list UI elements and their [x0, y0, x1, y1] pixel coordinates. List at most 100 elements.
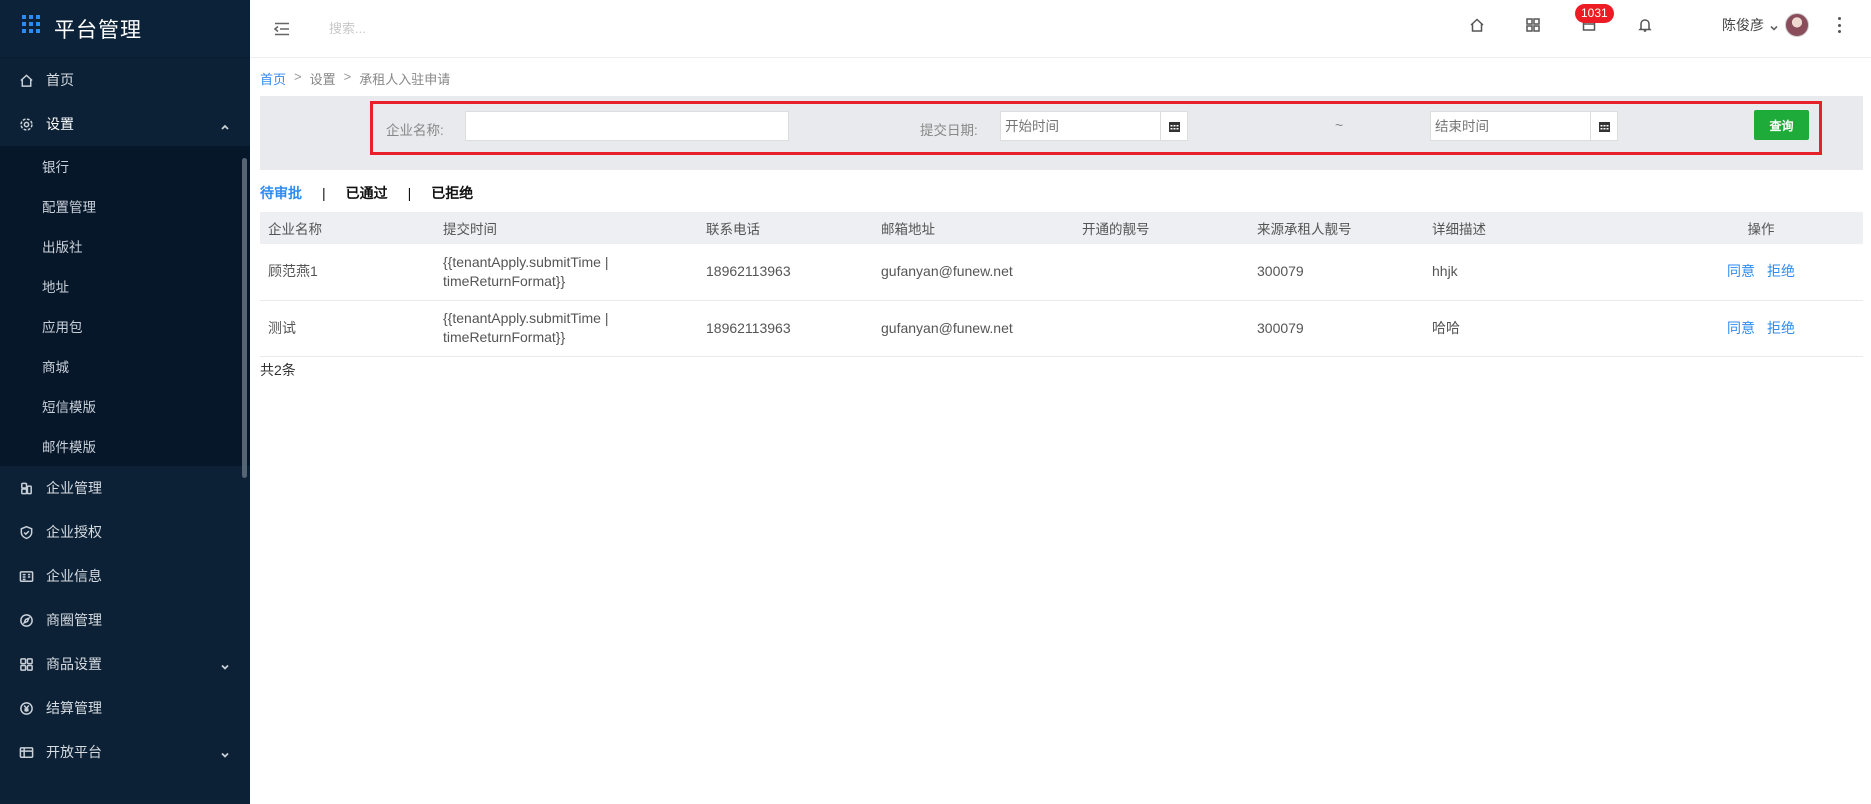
- cell-description: hhjk: [1424, 244, 1659, 301]
- cell-email: gufanyan@funew.net: [873, 300, 1074, 357]
- breadcrumb-separator: >: [343, 69, 352, 84]
- id-card-icon: [18, 568, 34, 584]
- sidebar-subitem-sms-template[interactable]: 短信模版: [0, 386, 250, 426]
- tab-rejected[interactable]: 已拒绝: [431, 183, 473, 203]
- user-name: 陈俊彦: [1722, 17, 1764, 33]
- sidebar-item-settings[interactable]: 设置: [0, 102, 250, 146]
- sidebar-item-enterprise-auth[interactable]: 企业授权: [0, 510, 250, 554]
- cell-phone: 18962113963: [698, 244, 873, 301]
- sidebar-item-business-district[interactable]: 商圈管理: [0, 598, 250, 642]
- sidebar-item-label: 企业授权: [46, 524, 102, 540]
- sidebar-item-label: 设置: [46, 116, 74, 132]
- bell-icon[interactable]: [1637, 17, 1655, 35]
- user-menu[interactable]: 陈俊彦: [1722, 0, 1809, 50]
- sidebar-nav: 首页 设置 银行 配置管理 出版社 地址 应用包 商城 短信模版 邮件模版 企业…: [0, 58, 250, 774]
- column-header: 企业名称: [260, 212, 435, 244]
- filter-panel: 企业名称: 提交日期: ~ 查询: [260, 96, 1863, 170]
- sidebar-item-label: 企业管理: [46, 480, 102, 496]
- app-logo[interactable]: 平台管理: [0, 0, 250, 58]
- agree-link[interactable]: 同意: [1727, 263, 1755, 279]
- sidebar-scrollbar[interactable]: [242, 158, 247, 478]
- chevron-down-icon: [220, 659, 230, 670]
- cell-company: 顾范燕1: [260, 244, 435, 301]
- column-header: 邮箱地址: [873, 212, 1074, 244]
- cell-submit-time: {{tenantApply.submitTime | timeReturnFor…: [435, 300, 698, 357]
- reject-link[interactable]: 拒绝: [1767, 263, 1795, 279]
- tab-approved[interactable]: 已通过: [346, 183, 388, 203]
- app-title: 平台管理: [54, 18, 142, 42]
- sidebar-item-enterprise-info[interactable]: 企业信息: [0, 554, 250, 598]
- sidebar-subitem-address[interactable]: 地址: [0, 266, 250, 306]
- breadcrumb-home-link[interactable]: 首页: [260, 69, 286, 88]
- total-count: 共2条: [260, 362, 296, 378]
- calendar-icon[interactable]: [1160, 111, 1188, 141]
- column-header: 联系电话: [698, 212, 873, 244]
- home-icon[interactable]: [1469, 17, 1487, 35]
- sidebar-item-enterprise[interactable]: 企业管理: [0, 466, 250, 510]
- table-row: 顾范燕1 {{tenantApply.submitTime | timeRetu…: [260, 244, 1863, 301]
- cell-description: 哈哈: [1424, 300, 1659, 357]
- sidebar-item-label: 开放平台: [46, 744, 102, 760]
- chevron-down-icon: [220, 747, 230, 758]
- cell-number: [1074, 300, 1249, 357]
- apps-icon: [18, 656, 34, 672]
- submit-date-label: 提交日期:: [920, 123, 978, 138]
- sidebar-item-home[interactable]: 首页: [0, 58, 250, 102]
- column-header: 来源承租人靓号: [1249, 212, 1424, 244]
- sidebar-item-label: 结算管理: [46, 700, 102, 716]
- sidebar-item-settlement[interactable]: 结算管理: [0, 686, 250, 730]
- table-header-row: 企业名称 提交时间 联系电话 邮箱地址 开通的靓号 来源承租人靓号 详细描述 操…: [260, 212, 1863, 244]
- column-header: 操作: [1659, 212, 1863, 244]
- search-input[interactable]: [329, 13, 629, 44]
- more-options-icon[interactable]: [1836, 17, 1842, 33]
- sidebar-subitem-publisher[interactable]: 出版社: [0, 226, 250, 266]
- table-row: 测试 {{tenantApply.submitTime | timeReturn…: [260, 300, 1863, 357]
- cell-source: 300079: [1249, 244, 1424, 301]
- column-header: 提交时间: [435, 212, 698, 244]
- menu-collapse-icon[interactable]: [273, 20, 291, 38]
- status-tabs: 待审批 | 已通过 | 已拒绝: [260, 183, 473, 203]
- home-icon: [18, 72, 34, 88]
- table-icon: [18, 744, 34, 760]
- sidebar-item-goods-settings[interactable]: 商品设置: [0, 642, 250, 686]
- gear-icon: [18, 116, 34, 132]
- end-time-input[interactable]: [1430, 111, 1591, 141]
- sidebar: 平台管理 首页 设置 银行 配置管理 出版社 地址 应用包 商城 短信模版 邮件…: [0, 0, 250, 804]
- sidebar-subitem-config[interactable]: 配置管理: [0, 186, 250, 226]
- apps-icon[interactable]: [1525, 17, 1543, 35]
- reject-link[interactable]: 拒绝: [1767, 320, 1795, 336]
- sidebar-subitem-mail-template[interactable]: 邮件模版: [0, 426, 250, 466]
- cell-number: [1074, 244, 1249, 301]
- sidebar-item-label: 首页: [46, 72, 74, 88]
- sidebar-subitem-app-package[interactable]: 应用包: [0, 306, 250, 346]
- shield-icon: [18, 524, 34, 540]
- breadcrumb: 首页 > 设置 > 承租人入驻申请: [260, 69, 450, 88]
- calendar-icon[interactable]: [1590, 111, 1618, 141]
- yen-icon: [18, 700, 34, 716]
- column-header: 开通的靓号: [1074, 212, 1249, 244]
- sidebar-item-label: 商品设置: [46, 656, 102, 672]
- application-table: 企业名称 提交时间 联系电话 邮箱地址 开通的靓号 来源承租人靓号 详细描述 操…: [260, 212, 1863, 357]
- tab-divider: |: [407, 185, 412, 201]
- tab-pending[interactable]: 待审批: [260, 183, 302, 203]
- cell-email: gufanyan@funew.net: [873, 244, 1074, 301]
- notification-badge: 1031: [1575, 4, 1614, 23]
- breadcrumb-separator: >: [294, 69, 302, 84]
- company-name-label: 企业名称:: [386, 123, 444, 138]
- start-time-input[interactable]: [1000, 111, 1161, 141]
- sidebar-subitem-mall[interactable]: 商城: [0, 346, 250, 386]
- query-button[interactable]: 查询: [1754, 110, 1809, 140]
- enterprise-icon: [18, 480, 34, 496]
- breadcrumb-item[interactable]: 设置: [310, 69, 336, 88]
- agree-link[interactable]: 同意: [1727, 320, 1755, 336]
- avatar[interactable]: [1785, 13, 1809, 37]
- top-bar: 1031 陈俊彦: [250, 0, 1871, 58]
- apps-grid-icon: [22, 14, 40, 33]
- compass-icon: [18, 612, 34, 628]
- cell-company: 测试: [260, 300, 435, 357]
- sidebar-item-open-platform[interactable]: 开放平台: [0, 730, 250, 774]
- sidebar-item-label: 企业信息: [46, 568, 102, 584]
- sidebar-subitem-bank[interactable]: 银行: [0, 146, 250, 186]
- date-range-separator: ~: [1335, 117, 1344, 133]
- company-name-input[interactable]: [465, 111, 789, 141]
